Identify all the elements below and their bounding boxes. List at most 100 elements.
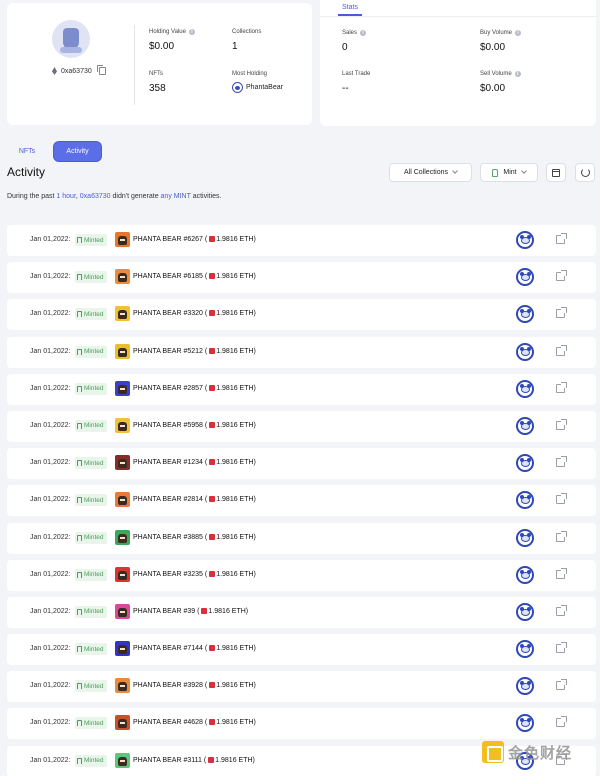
nft-title[interactable]: PHANTA BEAR #6267 (1.9816 ETH) <box>133 236 256 243</box>
nft-price: 1.9816 ETH) <box>216 236 256 243</box>
nft-thumbnail[interactable] <box>115 343 130 359</box>
activity-date: Jan 01,2022: <box>30 645 71 653</box>
mint-icon <box>77 497 82 504</box>
nft-thumbnail[interactable] <box>115 269 130 285</box>
nft-title[interactable]: PHANTA BEAR #3928 (1.9816 ETH) <box>133 682 256 689</box>
ethereum-icon <box>52 67 57 75</box>
external-link-icon[interactable] <box>556 493 567 505</box>
external-link-icon[interactable] <box>556 307 567 319</box>
collection-logo-icon[interactable] <box>516 565 534 584</box>
collections-dropdown[interactable]: All Collections <box>389 163 472 182</box>
activity-type-dropdown[interactable]: Mint <box>480 163 538 182</box>
nft-thumbnail[interactable] <box>115 232 130 247</box>
mint-icon <box>77 422 82 429</box>
nft-title[interactable]: PHANTA BEAR #3111 (1.9816 ETH) <box>133 756 255 764</box>
collection-logo-icon[interactable] <box>516 305 534 324</box>
minted-badge-label: Minted <box>84 459 104 467</box>
refresh-button[interactable] <box>575 163 595 182</box>
info-icon[interactable]: i <box>514 71 521 77</box>
collection-logo-icon[interactable] <box>516 379 534 398</box>
tab-activity[interactable]: Activity <box>54 142 101 161</box>
nft-thumbnail[interactable] <box>115 417 130 433</box>
list-item: Jan 01,2022: Minted PHANTA BEAR #5958 (1.9… <box>7 410 596 442</box>
activity-date: Jan 01,2022: <box>30 682 71 690</box>
nft-title[interactable]: PHANTA BEAR #3235 (1.9816 ETH) <box>133 570 256 578</box>
nft-thumbnail[interactable] <box>115 603 130 619</box>
collection-logo-icon[interactable] <box>516 602 534 621</box>
minted-badge-label: Minted <box>84 571 104 579</box>
nft-thumbnail[interactable] <box>115 752 130 768</box>
most-holding-label: Most Holding <box>232 71 268 77</box>
nft-title[interactable]: PHANTA BEAR #6185 (1.9816 ETH) <box>133 273 256 280</box>
collection-logo-icon[interactable] <box>516 714 534 733</box>
nft-name: PHANTA BEAR #3928 <box>133 682 203 690</box>
collections-stat: Collections 1 <box>232 29 261 52</box>
most-holding-value[interactable]: PhantaBear <box>246 84 283 91</box>
mint-icon <box>492 168 499 177</box>
nft-title[interactable]: PHANTA BEAR #39 (1.9816 ETH) <box>133 607 248 615</box>
nft-thumbnail[interactable] <box>115 380 130 396</box>
price-open: ( <box>204 682 208 690</box>
nft-title[interactable]: PHANTA BEAR #2814 (1.9816 ETH) <box>133 496 256 503</box>
info-icon[interactable]: i <box>360 30 367 36</box>
external-link-icon[interactable] <box>556 679 567 691</box>
info-icon[interactable]: i <box>188 29 195 35</box>
nft-thumbnail[interactable] <box>115 529 130 545</box>
nft-title[interactable]: PHANTA BEAR #3320 (1.9816 ETH) <box>133 310 256 317</box>
tab-nfts[interactable]: NFTs <box>8 142 46 161</box>
nft-title[interactable]: PHANTA BEAR #4628 (1.9816 ETH) <box>133 719 256 726</box>
collection-logo-icon[interactable] <box>516 528 534 547</box>
tab-stats[interactable]: Stats <box>342 4 358 11</box>
minted-badge-label: Minted <box>84 273 104 281</box>
nft-thumbnail[interactable] <box>115 566 130 582</box>
nft-thumbnail[interactable] <box>115 455 130 471</box>
external-link-icon[interactable] <box>556 456 567 468</box>
mint-icon <box>77 683 82 690</box>
minted-badge: Minted <box>75 457 107 470</box>
nft-title[interactable]: PHANTA BEAR #5958 (1.9816 ETH) <box>133 421 256 429</box>
nft-title[interactable]: PHANTA BEAR #1234 (1.9816 ETH) <box>133 459 256 466</box>
external-link-icon[interactable] <box>556 567 567 579</box>
collection-logo-icon[interactable] <box>516 342 534 361</box>
nft-title[interactable]: PHANTA BEAR #5212 (1.9816 ETH) <box>133 347 256 355</box>
external-link-icon[interactable] <box>556 381 567 393</box>
notice-address-link[interactable]: 0xa63730 <box>80 193 111 200</box>
copy-icon[interactable] <box>96 65 106 75</box>
external-link-icon[interactable] <box>556 530 567 542</box>
collection-logo-icon[interactable] <box>516 677 534 696</box>
most-holding-stat: Most Holding PhantaBear <box>232 71 283 93</box>
activity-date: Jan 01,2022: <box>30 607 71 615</box>
external-link-icon[interactable] <box>556 604 567 616</box>
external-link-icon[interactable] <box>556 642 567 654</box>
external-link-icon[interactable] <box>556 716 567 728</box>
last-trade-label: Last Trade <box>342 71 371 77</box>
external-link-icon[interactable] <box>556 418 567 430</box>
nft-thumbnail[interactable] <box>115 678 130 694</box>
nft-price: 1.9816 ETH) <box>216 682 256 690</box>
external-link-icon[interactable] <box>556 233 567 244</box>
collection-logo-icon[interactable] <box>516 231 534 249</box>
nft-title[interactable]: PHANTA BEAR #2857 (1.9816 ETH) <box>133 384 256 392</box>
nft-thumbnail[interactable] <box>115 715 130 731</box>
info-icon[interactable]: i <box>515 30 522 36</box>
collection-logo-icon[interactable] <box>516 454 534 473</box>
collection-logo-icon[interactable] <box>516 416 534 435</box>
collection-logo-icon[interactable] <box>516 491 534 510</box>
minted-badge: Minted <box>75 680 107 693</box>
nft-name: PHANTA BEAR #2857 <box>133 384 203 392</box>
nft-thumbnail[interactable] <box>115 306 130 322</box>
calendar-button[interactable] <box>546 163 566 182</box>
external-link-icon[interactable] <box>556 344 567 356</box>
nft-thumbnail[interactable] <box>115 641 130 657</box>
collection-logo-icon[interactable] <box>516 268 534 287</box>
activity-date: Jan 01,2022: <box>30 347 71 355</box>
gift-icon <box>201 607 208 614</box>
holding-value-stat: Holding Value i $0.00 <box>149 29 195 52</box>
nft-thumbnail[interactable] <box>115 492 130 508</box>
mint-icon <box>77 571 82 578</box>
collection-logo-icon[interactable] <box>516 640 534 659</box>
external-link-icon[interactable] <box>556 270 567 282</box>
nft-name: PHANTA BEAR #5212 <box>133 347 203 355</box>
nft-title[interactable]: PHANTA BEAR #7144 (1.9816 ETH) <box>133 645 256 652</box>
nft-title[interactable]: PHANTA BEAR #3885 (1.9816 ETH) <box>133 533 256 541</box>
